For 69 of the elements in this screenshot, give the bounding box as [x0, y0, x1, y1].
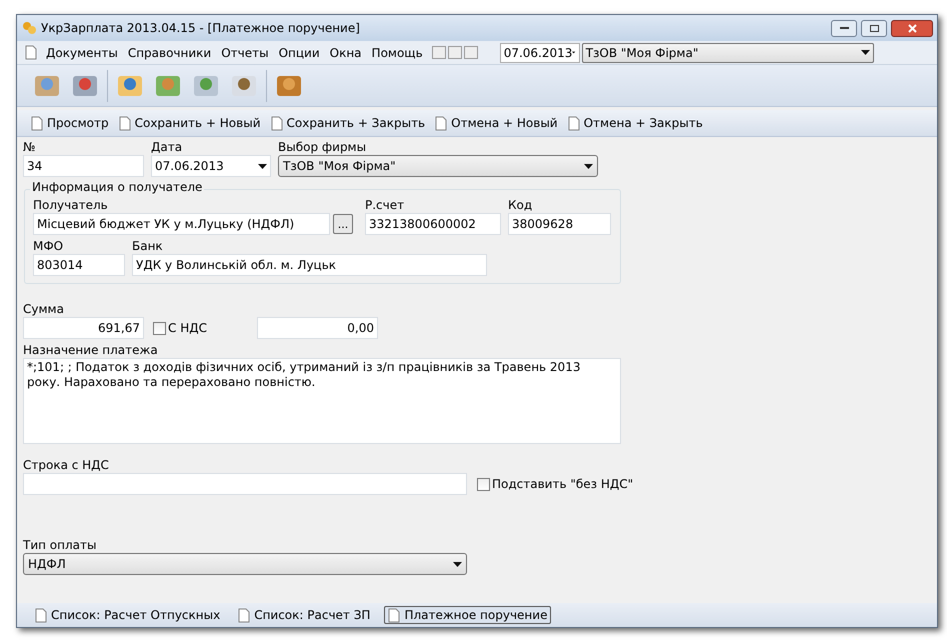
- mfo-field[interactable]: 803014: [33, 254, 125, 276]
- field-label: Р.счет: [365, 198, 406, 213]
- caret-icon: [860, 50, 870, 55]
- field-label: Строка с НДС: [23, 458, 110, 473]
- document-icon: [270, 116, 282, 130]
- minimize-button[interactable]: [831, 20, 857, 36]
- date-picker[interactable]: 07.06.2013: [500, 42, 580, 62]
- code-field[interactable]: 38009628: [508, 213, 611, 235]
- window-title: УкрЗарплата 2013.04.15 - [Платежное поручение]: [41, 20, 361, 37]
- mdi-close-button[interactable]: [464, 46, 478, 59]
- caret-icon: [258, 164, 267, 168]
- app-icon: [21, 20, 37, 36]
- document-icon: [568, 116, 580, 130]
- field-label: Выбор фирмы: [278, 140, 368, 155]
- toolbar-button[interactable]: Отмена + Новый: [435, 114, 558, 132]
- mdi-restore-button[interactable]: [448, 46, 462, 59]
- document-icon: [118, 116, 131, 130]
- field-label: МФО: [33, 239, 64, 254]
- document-tab[interactable]: Список: Расчет ЗП: [234, 606, 374, 624]
- purpose-textarea[interactable]: *;101; ; Податок з доходів фізичних осіб, утриманий із з/п працівників за Травень 2013 року. Нараховано та перераховано повністю.: [23, 358, 621, 444]
- group-title: Информация о получателе: [30, 180, 204, 195]
- browse-button[interactable]: ...: [333, 214, 353, 234]
- menu-item[interactable]: Опции: [278, 44, 321, 62]
- field-label: Сумма: [23, 302, 65, 317]
- menu-item[interactable]: Справочники: [126, 44, 212, 62]
- document-tab[interactable]: Список: Расчет Отпускных: [31, 606, 224, 624]
- toolbar-button[interactable]: Просмотр: [31, 114, 109, 132]
- document-icon: [31, 116, 43, 130]
- document-icon: [25, 45, 37, 60]
- close-icon: [908, 24, 916, 32]
- firm-dropdown[interactable]: ТзОВ "Моя Фірма": [278, 155, 598, 177]
- checkbox-label: С НДС: [168, 320, 207, 336]
- caret-icon: [453, 562, 462, 566]
- checkbox[interactable]: [153, 322, 166, 334]
- checkbox[interactable]: [477, 478, 490, 490]
- menu-item[interactable]: Окна: [328, 44, 363, 62]
- field-label: Назначение платежа: [23, 343, 159, 358]
- menu-item[interactable]: Документы: [45, 44, 119, 62]
- document-tab[interactable]: Платежное поручение: [384, 606, 552, 624]
- menu-item[interactable]: Помощь: [370, 44, 424, 62]
- field-label: Код: [508, 198, 534, 213]
- field-label: Дата: [151, 140, 184, 155]
- sum-field[interactable]: 691,67: [23, 317, 144, 339]
- checkbox-label: Подставить "без НДС": [492, 476, 634, 492]
- firm-select[interactable]: ТзОВ "Моя Фірма": [582, 42, 874, 62]
- document-icon: [35, 608, 47, 622]
- caret-icon: [584, 164, 593, 168]
- toolbar-button[interactable]: Отмена + Закрыть: [568, 114, 703, 132]
- date-field[interactable]: 07.06.2013: [151, 155, 271, 177]
- field-label: Банк: [132, 239, 164, 254]
- toolbar-button[interactable]: Сохранить + Закрыть: [270, 114, 426, 132]
- field-label: Тип оплаты: [23, 538, 98, 553]
- recipient-field[interactable]: Місцевий бюджет УК у м.Луцьку (НДФЛ): [33, 213, 330, 235]
- bank-field[interactable]: УДК у Волинській обл. м. Луцьк: [132, 254, 487, 276]
- maximize-button[interactable]: [861, 20, 887, 36]
- vat-sum-field[interactable]: 0,00: [256, 317, 378, 339]
- toolbar-button[interactable]: Сохранить + Новый: [118, 114, 260, 132]
- document-icon: [388, 608, 400, 622]
- document-icon: [435, 116, 448, 130]
- account-field[interactable]: 33213800600002: [365, 213, 501, 235]
- field-label: №: [23, 140, 36, 155]
- field-label: Получатель: [33, 198, 109, 213]
- mdi-minimize-button[interactable]: [432, 46, 446, 59]
- close-button[interactable]: [891, 20, 933, 36]
- document-icon: [238, 608, 250, 622]
- vat-line-field[interactable]: [23, 473, 467, 495]
- number-field[interactable]: 34: [23, 155, 144, 177]
- payment-type-dropdown[interactable]: НДФЛ: [23, 553, 467, 575]
- menu-item[interactable]: Отчеты: [220, 44, 270, 62]
